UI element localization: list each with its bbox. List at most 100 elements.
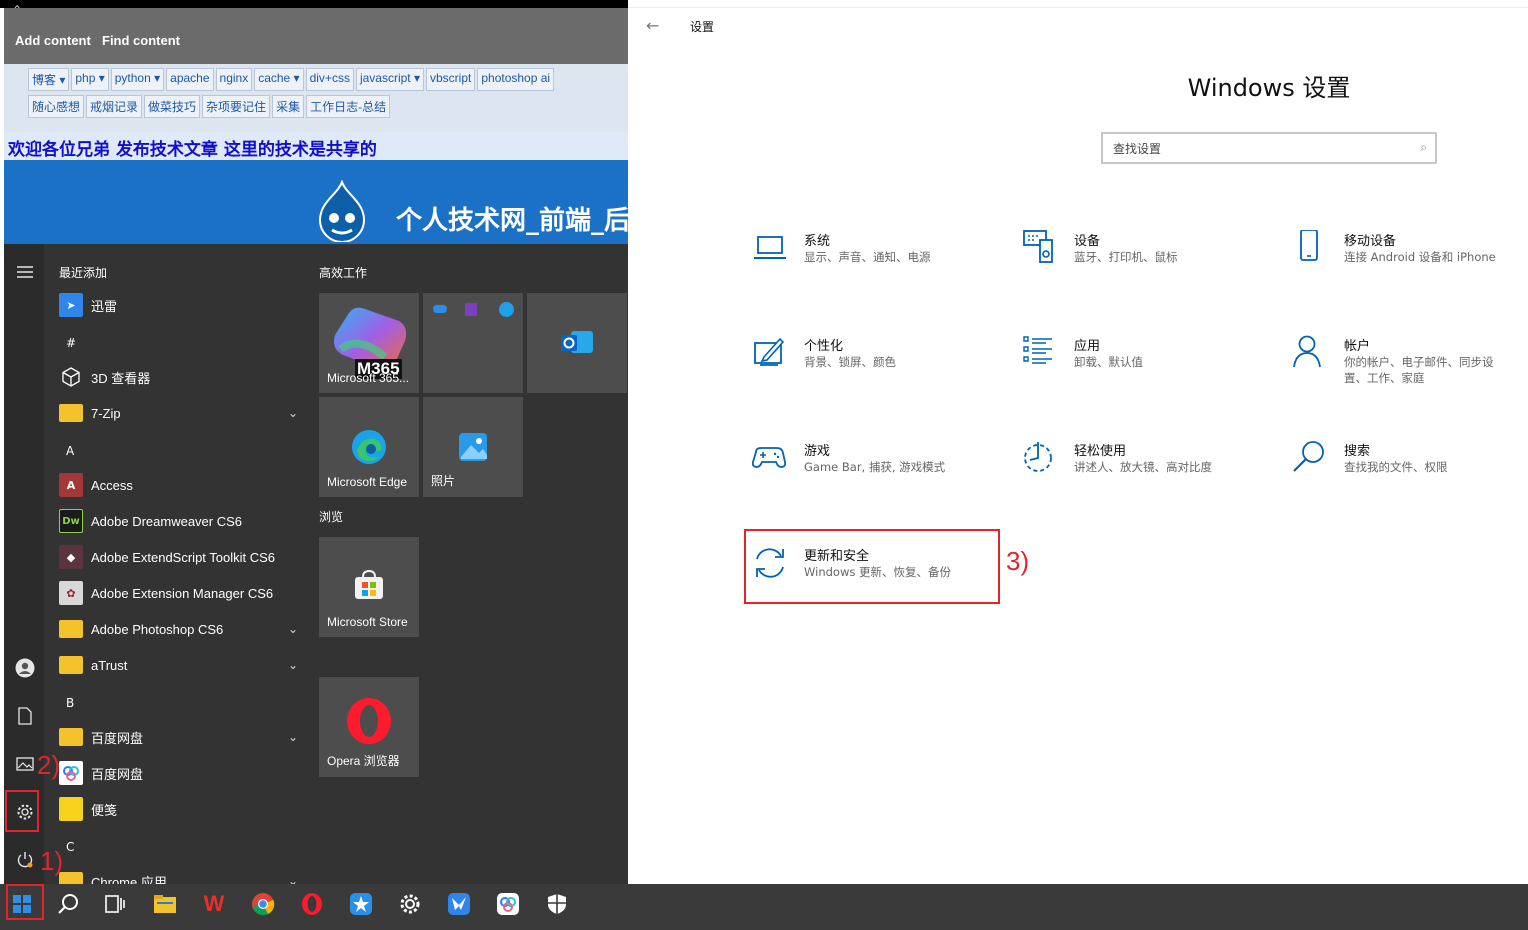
- nav-item[interactable]: php ▾: [71, 68, 109, 91]
- taskbar-xunlei[interactable]: [437, 884, 481, 924]
- nav-item[interactable]: 戒烟记录: [86, 95, 143, 118]
- item-title: 搜索: [1344, 444, 1371, 459]
- app-7zip-folder[interactable]: 7-Zip ⌄: [44, 396, 304, 430]
- user-avatar-icon[interactable]: [10, 654, 40, 682]
- power-icon[interactable]: [10, 846, 40, 874]
- app-photoshop-folder[interactable]: Adobe Photoshop CS6 ⌄: [44, 612, 304, 646]
- search-icon: [58, 894, 78, 914]
- app-label: Adobe Photoshop CS6: [91, 621, 224, 637]
- tile-microsoft-store[interactable]: Microsoft Store: [319, 537, 419, 637]
- nav-item[interactable]: nginx: [215, 68, 253, 91]
- app-access[interactable]: A Access: [44, 468, 304, 502]
- add-content-link[interactable]: Add content: [15, 33, 91, 48]
- nav-item[interactable]: 做菜技巧: [144, 95, 201, 118]
- app-label: Adobe Extension Manager CS6: [91, 585, 274, 601]
- task-view-button[interactable]: [93, 884, 137, 924]
- find-content-link[interactable]: Find content: [102, 33, 180, 48]
- chevron-down-icon: ⌄: [287, 730, 298, 744]
- settings-item-accounts[interactable]: 帐户 你的帐户、电子邮件、同步设置、工作、家庭: [1292, 335, 1528, 405]
- document-icon[interactable]: [10, 702, 40, 730]
- tile-office-group[interactable]: [423, 293, 523, 393]
- baidu-netdisk-icon: [59, 761, 83, 785]
- tile-edge[interactable]: Microsoft Edge: [319, 397, 419, 497]
- app-dreamweaver[interactable]: Dw Adobe Dreamweaver CS6: [44, 504, 304, 538]
- search-icon: [1293, 441, 1324, 472]
- tile-opera[interactable]: Opera 浏览器: [319, 677, 419, 777]
- opera-icon: [302, 893, 322, 915]
- nav-item[interactable]: photoshop ai: [477, 68, 555, 91]
- tile-label: Microsoft 365...: [327, 371, 410, 385]
- settings-item-ease-of-access[interactable]: 轻松使用 讲述人、放大镜、高对比度: [1022, 440, 1282, 510]
- nav-row-1: 博客 ▾ php ▾ python ▾ apache nginx cache ▾…: [28, 68, 556, 91]
- app-atrust-folder[interactable]: aTrust ⌄: [44, 648, 304, 682]
- nav-item[interactable]: div+css: [305, 68, 354, 91]
- outlook-icon: [561, 331, 593, 353]
- settings-item-personalization[interactable]: 个性化 背景、锁屏、颜色: [752, 335, 1012, 405]
- app-sticky-notes[interactable]: 便笺: [44, 792, 304, 826]
- taskbar-app-star[interactable]: [339, 884, 383, 924]
- folder-icon: [59, 620, 83, 638]
- nav-item[interactable]: 随心感想: [28, 95, 85, 118]
- settings-item-gaming[interactable]: 游戏 Game Bar, 捕获, 游戏模式: [752, 440, 1012, 510]
- nav-item[interactable]: 杂项要记住: [202, 95, 271, 118]
- app-chrome-apps-folder[interactable]: Chrome 应用 ⌄: [44, 864, 304, 884]
- item-description: 背景、锁屏、颜色: [804, 355, 896, 369]
- app-extendscript[interactable]: ◆ Adobe ExtendScript Toolkit CS6: [44, 540, 304, 574]
- item-title: 个性化: [804, 339, 844, 354]
- window-title: 设置: [690, 20, 715, 34]
- dreamweaver-icon: Dw: [59, 509, 83, 533]
- settings-item-mobile[interactable]: 移动设备 连接 Android 设备和 iPhone: [1292, 230, 1528, 300]
- app-label: Adobe ExtendScript Toolkit CS6: [91, 549, 276, 565]
- apps-list-icon: [1023, 336, 1052, 364]
- site-navigation: 博客 ▾ php ▾ python ▾ apache nginx cache ▾…: [4, 64, 628, 132]
- app-baidu-folder[interactable]: 百度网盘 ⌄: [44, 720, 304, 754]
- app-baidu-netdisk[interactable]: 百度网盘: [44, 756, 304, 790]
- pictures-icon[interactable]: [10, 750, 40, 778]
- nav-item[interactable]: apache: [166, 68, 214, 91]
- highlight-update-security: [744, 529, 1000, 604]
- letter-header[interactable]: #: [66, 336, 76, 350]
- tile-outlook[interactable]: [527, 293, 627, 393]
- back-arrow-icon[interactable]: ←: [646, 16, 659, 35]
- hamburger-menu-icon[interactable]: [10, 258, 40, 286]
- nav-item[interactable]: 博客 ▾: [28, 68, 70, 91]
- welcome-text: 欢迎各位兄弟 发布技术文章 这里的技术是共享的: [8, 140, 377, 160]
- nav-item[interactable]: javascript ▾: [355, 68, 424, 91]
- taskbar-settings[interactable]: [388, 884, 432, 924]
- taskbar: W: [0, 884, 1528, 930]
- nav-item[interactable]: cache ▾: [254, 68, 304, 91]
- letter-header[interactable]: B: [66, 696, 74, 710]
- settings-item-apps[interactable]: 应用 卸载、默认值: [1022, 335, 1282, 405]
- nav-item[interactable]: python ▾: [110, 68, 165, 91]
- taskbar-opera[interactable]: [290, 884, 334, 924]
- nav-item[interactable]: vbscript: [426, 68, 476, 91]
- letter-header[interactable]: A: [66, 444, 74, 458]
- settings-item-devices[interactable]: 设备 蓝牙、打印机、鼠标: [1022, 230, 1282, 300]
- item-description: 讲述人、放大镜、高对比度: [1074, 460, 1212, 474]
- taskbar-search-button[interactable]: [46, 884, 90, 924]
- website-top-bar: [0, 0, 628, 8]
- app-label: Adobe Dreamweaver CS6: [91, 513, 243, 529]
- tile-photos[interactable]: 照片: [423, 397, 523, 497]
- ease-of-access-icon: [1024, 442, 1052, 472]
- nav-item[interactable]: 采集: [272, 95, 305, 118]
- app-extension-manager[interactable]: ✿ Adobe Extension Manager CS6: [44, 576, 304, 610]
- taskbar-baidu-netdisk[interactable]: [486, 884, 530, 924]
- opera-icon: [347, 698, 391, 744]
- phone-icon: [1300, 230, 1318, 261]
- settings-item-system[interactable]: 系统 显示、声音、通知、电源: [752, 230, 1012, 300]
- letter-header[interactable]: C: [66, 840, 74, 854]
- search-settings-input[interactable]: 查找设置 ⌕: [1101, 132, 1437, 164]
- app-3d-viewer[interactable]: 3D 查看器: [44, 360, 304, 394]
- taskbar-file-explorer[interactable]: [143, 884, 187, 924]
- nav-item[interactable]: 工作日志-总结: [306, 95, 391, 118]
- drupal-logo-icon: [318, 180, 366, 242]
- search-placeholder: 查找设置: [1113, 142, 1162, 156]
- taskbar-chrome[interactable]: [241, 884, 285, 924]
- taskbar-security[interactable]: [535, 884, 579, 924]
- settings-item-search[interactable]: 搜索 查找我的文件、权限: [1292, 440, 1528, 510]
- taskbar-wps[interactable]: W: [192, 884, 236, 924]
- app-label: 3D 查看器: [91, 370, 151, 386]
- tile-microsoft-365[interactable]: M365 Microsoft 365...: [319, 293, 419, 393]
- app-xunlei[interactable]: ➤ 迅雷: [44, 288, 304, 322]
